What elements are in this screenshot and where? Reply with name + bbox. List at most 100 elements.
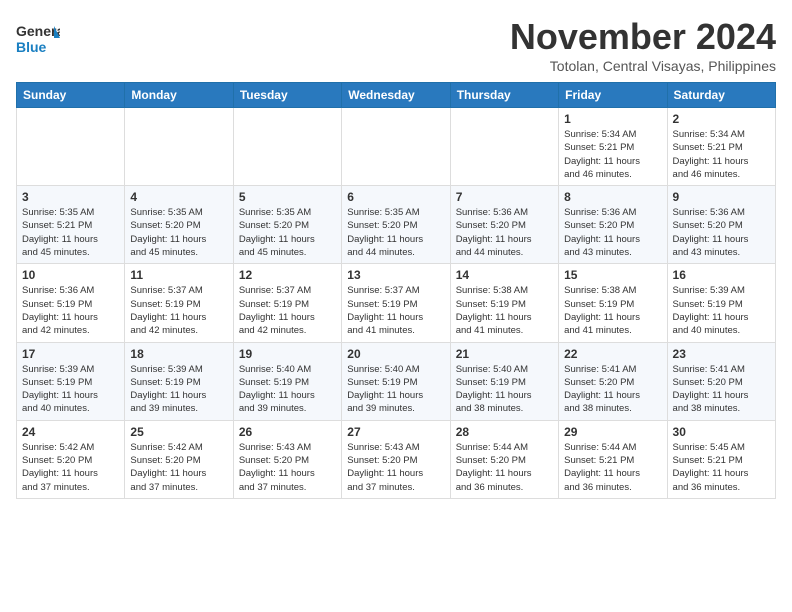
header-thursday: Thursday [450,83,558,108]
day-cell [450,108,558,186]
day-info: Sunrise: 5:34 AM Sunset: 5:21 PM Dayligh… [673,128,770,181]
day-info: Sunrise: 5:42 AM Sunset: 5:20 PM Dayligh… [130,441,227,494]
day-info: Sunrise: 5:36 AM Sunset: 5:19 PM Dayligh… [22,284,119,337]
day-info: Sunrise: 5:39 AM Sunset: 5:19 PM Dayligh… [130,363,227,416]
day-cell: 30 Sunrise: 5:45 AM Sunset: 5:21 PM Dayli… [667,420,775,498]
day-info: Sunrise: 5:35 AM Sunset: 5:20 PM Dayligh… [239,206,336,259]
day-number: 23 [673,347,770,361]
location-title: Totolan, Central Visayas, Philippines [510,58,776,74]
week-row-2: 3 Sunrise: 5:35 AM Sunset: 5:21 PM Daylig… [17,186,776,264]
day-number: 18 [130,347,227,361]
day-cell: 28 Sunrise: 5:44 AM Sunset: 5:20 PM Dayli… [450,420,558,498]
header-tuesday: Tuesday [233,83,341,108]
day-cell [342,108,450,186]
day-cell: 19Sunrise: 5:40 AM Sunset: 5:19 PM Dayli… [233,342,341,420]
day-number: 6 [347,190,444,204]
day-number: 16 [673,268,770,282]
day-number: 21 [456,347,553,361]
week-row-5: 24Sunrise: 5:42 AM Sunset: 5:20 PM Dayli… [17,420,776,498]
day-number: 9 [673,190,770,204]
calendar-table: SundayMondayTuesdayWednesdayThursdayFrid… [16,82,776,499]
header-friday: Friday [559,83,667,108]
svg-text:General: General [16,23,60,39]
day-info: Sunrise: 5:37 AM Sunset: 5:19 PM Dayligh… [347,284,444,337]
header-wednesday: Wednesday [342,83,450,108]
day-info: Sunrise: 5:35 AM Sunset: 5:21 PM Dayligh… [22,206,119,259]
day-info: Sunrise: 5:37 AM Sunset: 5:19 PM Dayligh… [239,284,336,337]
day-number: 26 [239,425,336,439]
day-info: Sunrise: 5:41 AM Sunset: 5:20 PM Dayligh… [673,363,770,416]
day-cell: 8 Sunrise: 5:36 AM Sunset: 5:20 PM Daylig… [559,186,667,264]
day-number: 30 [673,425,770,439]
day-cell: 26 Sunrise: 5:43 AM Sunset: 5:20 PM Dayli… [233,420,341,498]
day-info: Sunrise: 5:38 AM Sunset: 5:19 PM Dayligh… [456,284,553,337]
day-info: Sunrise: 5:37 AM Sunset: 5:19 PM Dayligh… [130,284,227,337]
day-cell [17,108,125,186]
day-cell: 18 Sunrise: 5:39 AM Sunset: 5:19 PM Dayli… [125,342,233,420]
day-cell: 1 Sunrise: 5:34 AM Sunset: 5:21 PM Daylig… [559,108,667,186]
day-number: 12 [239,268,336,282]
day-number: 22 [564,347,661,361]
day-info: Sunrise: 5:38 AM Sunset: 5:19 PM Dayligh… [564,284,661,337]
day-info: Sunrise: 5:35 AM Sunset: 5:20 PM Dayligh… [347,206,444,259]
day-number: 7 [456,190,553,204]
day-cell [233,108,341,186]
week-row-4: 17 Sunrise: 5:39 AM Sunset: 5:19 PM Dayli… [17,342,776,420]
day-cell: 20Sunrise: 5:40 AM Sunset: 5:19 PM Dayli… [342,342,450,420]
day-cell: 15 Sunrise: 5:38 AM Sunset: 5:19 PM Dayli… [559,264,667,342]
day-info: Sunrise: 5:35 AM Sunset: 5:20 PM Dayligh… [130,206,227,259]
day-cell: 22 Sunrise: 5:41 AM Sunset: 5:20 PM Dayli… [559,342,667,420]
day-number: 25 [130,425,227,439]
header-saturday: Saturday [667,83,775,108]
day-cell: 10Sunrise: 5:36 AM Sunset: 5:19 PM Dayli… [17,264,125,342]
day-cell: 4Sunrise: 5:35 AM Sunset: 5:20 PM Daylig… [125,186,233,264]
logo-icon: General Blue [16,16,60,60]
day-info: Sunrise: 5:40 AM Sunset: 5:19 PM Dayligh… [456,363,553,416]
day-number: 13 [347,268,444,282]
day-number: 5 [239,190,336,204]
day-info: Sunrise: 5:34 AM Sunset: 5:21 PM Dayligh… [564,128,661,181]
day-number: 3 [22,190,119,204]
weekday-header-row: SundayMondayTuesdayWednesdayThursdayFrid… [17,83,776,108]
day-info: Sunrise: 5:36 AM Sunset: 5:20 PM Dayligh… [456,206,553,259]
day-info: Sunrise: 5:36 AM Sunset: 5:20 PM Dayligh… [564,206,661,259]
day-info: Sunrise: 5:43 AM Sunset: 5:20 PM Dayligh… [239,441,336,494]
month-title: November 2024 [510,16,776,58]
title-block: November 2024 Totolan, Central Visayas, … [510,16,776,74]
day-info: Sunrise: 5:40 AM Sunset: 5:19 PM Dayligh… [347,363,444,416]
day-cell: 6 Sunrise: 5:35 AM Sunset: 5:20 PM Daylig… [342,186,450,264]
day-number: 1 [564,112,661,126]
day-number: 8 [564,190,661,204]
header-sunday: Sunday [17,83,125,108]
header-monday: Monday [125,83,233,108]
day-number: 11 [130,268,227,282]
day-number: 15 [564,268,661,282]
day-info: Sunrise: 5:39 AM Sunset: 5:19 PM Dayligh… [673,284,770,337]
day-cell: 9Sunrise: 5:36 AM Sunset: 5:20 PM Daylig… [667,186,775,264]
day-cell: 21 Sunrise: 5:40 AM Sunset: 5:19 PM Dayli… [450,342,558,420]
day-info: Sunrise: 5:40 AM Sunset: 5:19 PM Dayligh… [239,363,336,416]
day-info: Sunrise: 5:44 AM Sunset: 5:21 PM Dayligh… [564,441,661,494]
day-cell: 16 Sunrise: 5:39 AM Sunset: 5:19 PM Dayli… [667,264,775,342]
day-cell: 3 Sunrise: 5:35 AM Sunset: 5:21 PM Daylig… [17,186,125,264]
logo: General Blue [16,16,60,60]
day-number: 2 [673,112,770,126]
day-cell: 13 Sunrise: 5:37 AM Sunset: 5:19 PM Dayli… [342,264,450,342]
day-cell: 29 Sunrise: 5:44 AM Sunset: 5:21 PM Dayli… [559,420,667,498]
day-cell [125,108,233,186]
week-row-3: 10Sunrise: 5:36 AM Sunset: 5:19 PM Dayli… [17,264,776,342]
day-cell: 17Sunrise: 5:39 AM Sunset: 5:19 PM Dayli… [17,342,125,420]
day-number: 29 [564,425,661,439]
day-cell: 27Sunrise: 5:43 AM Sunset: 5:20 PM Dayli… [342,420,450,498]
day-number: 28 [456,425,553,439]
day-number: 17 [22,347,119,361]
day-info: Sunrise: 5:45 AM Sunset: 5:21 PM Dayligh… [673,441,770,494]
day-info: Sunrise: 5:43 AM Sunset: 5:20 PM Dayligh… [347,441,444,494]
day-number: 14 [456,268,553,282]
day-cell: 14 Sunrise: 5:38 AM Sunset: 5:19 PM Dayli… [450,264,558,342]
day-info: Sunrise: 5:44 AM Sunset: 5:20 PM Dayligh… [456,441,553,494]
day-cell: 7 Sunrise: 5:36 AM Sunset: 5:20 PM Daylig… [450,186,558,264]
svg-text:Blue: Blue [16,39,47,55]
day-cell: 2 Sunrise: 5:34 AM Sunset: 5:21 PM Daylig… [667,108,775,186]
day-info: Sunrise: 5:41 AM Sunset: 5:20 PM Dayligh… [564,363,661,416]
